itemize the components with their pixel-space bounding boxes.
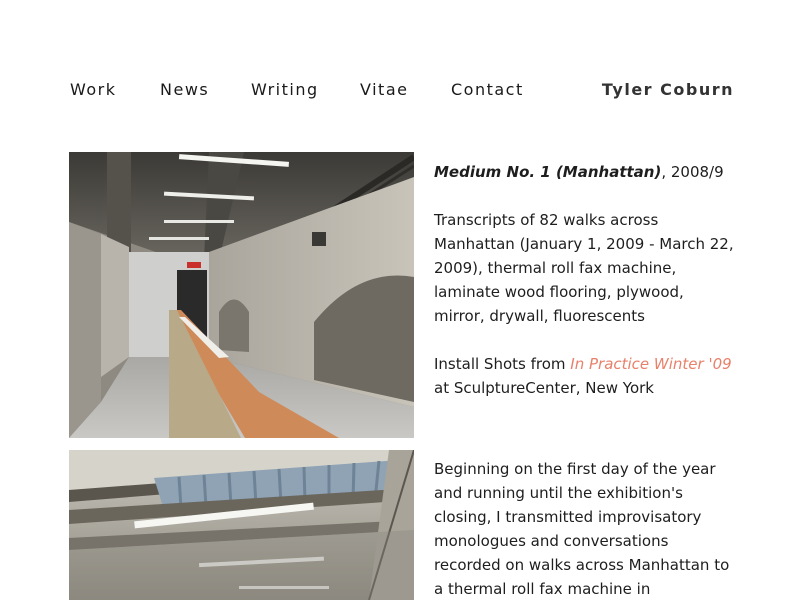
artwork-materials: Transcripts of 82 walks across Manhattan…: [434, 211, 734, 325]
installation-photo-1[interactable]: [69, 152, 414, 438]
install-prefix: Install Shots from: [434, 355, 571, 373]
artwork-title-line: Medium No. 1 (Manhattan), 2008/9: [434, 160, 734, 184]
nav-item-contact[interactable]: Contact: [451, 80, 524, 99]
artwork-description: Beginning on the first day of the year a…: [434, 457, 734, 600]
install-shots-line: Install Shots from In Practice Winter '0…: [434, 352, 734, 400]
artwork-info: Medium No. 1 (Manhattan), 2008/9 Transcr…: [434, 160, 734, 400]
description-text: Beginning on the first day of the year a…: [434, 460, 730, 598]
installation-photo-2[interactable]: [69, 450, 414, 600]
nav-item-news[interactable]: News: [160, 80, 209, 99]
artwork-year: , 2008/9: [661, 163, 724, 181]
installation-photo-2-image: [69, 450, 414, 600]
site-name-link[interactable]: Tyler Coburn: [602, 80, 734, 99]
exhibition-link[interactable]: In Practice Winter '09: [570, 355, 731, 373]
nav-item-work[interactable]: Work: [70, 80, 117, 99]
install-suffix: at SculptureCenter, New York: [434, 379, 654, 397]
artwork-title: Medium No. 1 (Manhattan): [434, 163, 662, 181]
nav-item-writing[interactable]: Writing: [251, 80, 319, 99]
installation-photo-1-image: [69, 152, 414, 438]
nav-item-vitae[interactable]: Vitae: [360, 80, 408, 99]
